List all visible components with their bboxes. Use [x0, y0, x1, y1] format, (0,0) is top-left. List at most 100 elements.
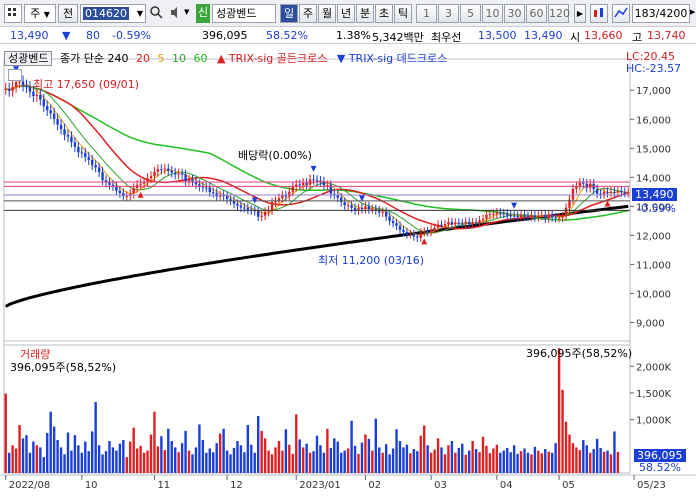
volume-bar	[167, 428, 170, 473]
candle-body	[346, 205, 350, 207]
candle-body	[239, 205, 243, 208]
candle-body	[530, 215, 533, 217]
candle-body	[21, 81, 25, 86]
volume-bar	[135, 448, 139, 473]
candle-body	[184, 174, 187, 182]
price-axis-label: 12,000	[636, 231, 671, 242]
candle-body	[409, 234, 412, 236]
volume-bar	[250, 444, 253, 473]
volume-bar	[46, 433, 49, 473]
volume-bar	[160, 436, 163, 473]
candle-body	[384, 211, 388, 217]
code-input[interactable]: 014620 ▼	[80, 4, 146, 23]
candle-body	[49, 110, 52, 114]
chart-area[interactable]: 17,000 16,000 15,000 14,000 13,000 12,000 11,0…	[0, 45, 696, 496]
interval-settings-button[interactable]: ▶	[574, 4, 586, 23]
period-tab[interactable]: 분	[356, 4, 374, 23]
period-tab[interactable]: 년	[337, 4, 355, 23]
candle-body	[537, 215, 540, 218]
volume-bar	[59, 447, 63, 473]
period-tab[interactable]: 일	[280, 4, 298, 23]
candle-body	[495, 212, 499, 214]
volume-ratio: 58.52%	[266, 29, 308, 42]
candle-body	[212, 192, 215, 194]
candle-body	[450, 222, 454, 225]
chart-type-button[interactable]	[590, 4, 608, 23]
volume-bar	[305, 443, 308, 473]
change-value: 80	[86, 29, 100, 42]
search-icon[interactable]	[148, 4, 164, 23]
volume-bar	[436, 438, 440, 473]
date-axis-label: 12	[230, 480, 243, 491]
volume-bar	[388, 454, 391, 473]
volume-bar	[384, 444, 388, 473]
volume-bar	[236, 441, 239, 473]
candle-body	[395, 223, 398, 226]
interval-tabs: 1 3 5 10 30 60 120	[416, 4, 572, 23]
candle-body	[281, 195, 284, 199]
interval-tab[interactable]: 120	[548, 4, 570, 23]
chart-settings-button[interactable]	[612, 4, 630, 23]
interval-tab[interactable]: 60	[526, 4, 547, 23]
grid-menu-icon[interactable]	[4, 4, 22, 23]
low-annotation: 최저 11,200 (03/16)	[318, 254, 425, 267]
period-tab[interactable]: 주	[299, 4, 317, 23]
volume-bar	[18, 425, 21, 473]
volume-bar	[416, 451, 419, 473]
volume-bar	[156, 446, 160, 473]
volume-bar	[350, 420, 353, 473]
volume-bar	[378, 447, 381, 473]
price-axis-label: 9,000	[636, 318, 665, 329]
date-axis-label: 2022/08	[9, 480, 51, 491]
prev-button[interactable]: 전	[58, 4, 78, 23]
interval-tab[interactable]: 1	[416, 4, 437, 23]
volume-bar	[277, 441, 281, 473]
interval-tab[interactable]: 30	[504, 4, 525, 23]
volume-bar	[66, 432, 70, 473]
volume-axis-label: 1,000K	[636, 416, 672, 427]
bid-ask-label: 최우선	[431, 31, 462, 44]
toolbar: 주 ▼ 전 014620 ▼ ▼ 신 성광벤드 일주월년분초틱 1 3 5 10 30 6…	[0, 0, 696, 27]
candle-body	[533, 215, 537, 218]
volume-left-value: 396,095주(58,52%)	[10, 361, 117, 374]
candle-body	[160, 169, 163, 171]
candle-body	[298, 184, 301, 186]
volume-bar	[163, 450, 167, 473]
scroll-arrow-icon[interactable]: ▶	[690, 4, 696, 23]
speaker-icon[interactable]	[168, 4, 184, 23]
volume-bar	[125, 457, 128, 473]
volume-bar	[52, 426, 56, 473]
volume-bar	[464, 454, 467, 473]
high-annotation: 최고 17,650 (09/01)	[33, 78, 140, 91]
price-chart[interactable]: 17,00016,00015,00014,00013,00012,00011,0…	[0, 45, 696, 496]
period-tab[interactable]: 초	[375, 4, 393, 23]
interval-tab[interactable]: 10	[482, 4, 503, 23]
price-axis-label: 16,000	[636, 115, 671, 126]
candle-body	[526, 215, 530, 217]
volume-bar	[550, 452, 554, 473]
period-tab[interactable]: 틱	[394, 4, 412, 23]
volume-bar	[291, 453, 294, 473]
candle-body	[364, 206, 367, 209]
volume-bar	[263, 438, 267, 473]
interval-tab[interactable]: 3	[438, 4, 459, 23]
volume-bar	[333, 438, 336, 473]
candle-body	[39, 94, 42, 100]
candle-body	[263, 211, 267, 216]
volume-bar	[260, 430, 263, 473]
volume-bar	[506, 447, 509, 473]
volume-bar	[288, 444, 291, 473]
volume-bar	[180, 443, 184, 473]
market-select[interactable]: 주 ▼	[24, 4, 56, 23]
candle-body	[4, 88, 7, 90]
candle-body	[229, 199, 232, 201]
grid-toggle-icon[interactable]	[8, 69, 22, 81]
volume-bar	[94, 402, 97, 473]
dropdown-arrow-icon[interactable]: ▼	[184, 4, 192, 23]
chart-title-chip[interactable]: 성광벤드	[4, 51, 53, 66]
candle-body	[56, 118, 59, 125]
candle-body	[516, 215, 519, 218]
period-tab[interactable]: 월	[318, 4, 336, 23]
interval-tab[interactable]: 5	[460, 4, 481, 23]
candle-body	[180, 173, 184, 175]
